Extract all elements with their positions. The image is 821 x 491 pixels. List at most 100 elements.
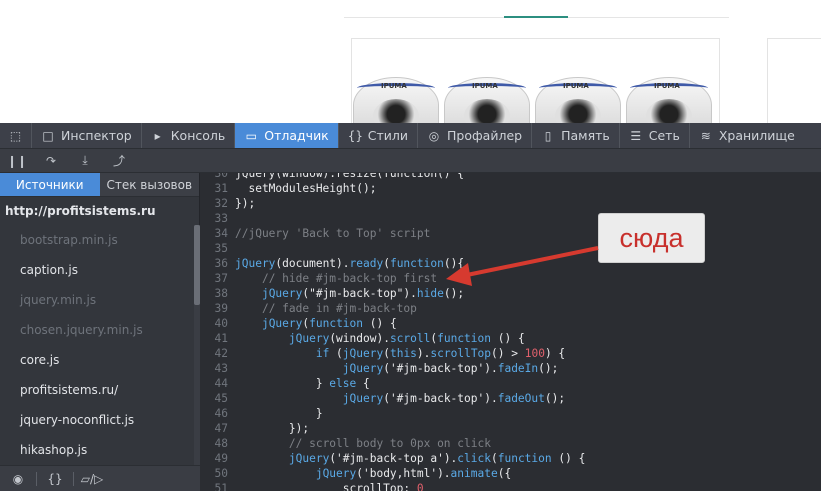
network-icon: ☰ bbox=[630, 128, 642, 143]
line-number[interactable]: 44 bbox=[200, 377, 228, 390]
code-line[interactable]: 35 bbox=[200, 241, 821, 256]
code-line[interactable]: 34 //jQuery 'Back to Top' script bbox=[200, 226, 821, 241]
code-line[interactable]: 51 scrollTop: 0 bbox=[200, 481, 821, 491]
pause-icon[interactable]: ❙❙ bbox=[0, 154, 34, 168]
code-line[interactable]: 45 jQuery('#jm-back-top').fadeOut(); bbox=[200, 391, 821, 406]
line-number[interactable]: 46 bbox=[200, 407, 228, 420]
inspector-icon: □ bbox=[42, 128, 54, 143]
source-file-item[interactable]: chosen.jquery.min.js bbox=[0, 315, 194, 345]
code-line[interactable]: 46 } bbox=[200, 406, 821, 421]
line-number[interactable]: 39 bbox=[200, 302, 228, 315]
line-number[interactable]: 31 bbox=[200, 182, 228, 195]
tab-label: Сеть bbox=[648, 128, 680, 143]
code-text: jQuery("#jm-back-top").hide(); bbox=[261, 287, 465, 300]
code-line[interactable]: 40 jQuery(function () { bbox=[200, 316, 821, 331]
tab-label: Стили bbox=[367, 128, 408, 143]
code-line[interactable]: 50 jQuery('body,html').animate({ bbox=[200, 466, 821, 481]
line-number[interactable]: 48 bbox=[200, 437, 228, 450]
code-line[interactable]: 32}); bbox=[200, 196, 821, 211]
code-text: } else { bbox=[235, 377, 370, 390]
line-number[interactable]: 51 bbox=[200, 482, 228, 491]
line-number[interactable]: 49 bbox=[200, 452, 228, 465]
step-out-icon[interactable]: ⤴ bbox=[102, 152, 136, 169]
annotation-callout: сюда bbox=[598, 213, 705, 263]
line-number[interactable]: 36 bbox=[200, 257, 228, 270]
tab-inspector[interactable]: □ Инспектор bbox=[32, 123, 142, 148]
tab-label: Консоль bbox=[170, 128, 226, 143]
line-number[interactable]: 42 bbox=[200, 347, 228, 360]
active-tab-indicator bbox=[504, 16, 568, 18]
blackbox-icon[interactable]: ▱/▷ bbox=[74, 472, 110, 486]
code-text: jQuery('#jm-back-top').fadeIn(); bbox=[342, 362, 559, 375]
tab-memory[interactable]: ▯ Память bbox=[532, 123, 620, 148]
line-number[interactable]: 40 bbox=[200, 317, 228, 330]
pretty-print-icon[interactable]: {} bbox=[37, 472, 73, 486]
code-line[interactable]: 43 jQuery('#jm-back-top').fadeIn(); bbox=[200, 361, 821, 376]
source-file-item[interactable]: hikashop.js bbox=[0, 435, 194, 465]
code-editor[interactable]: 30 jQuery(window).resize(function() {31 s… bbox=[200, 173, 821, 491]
source-file-item[interactable]: caption.js bbox=[0, 255, 194, 285]
step-over-icon[interactable]: ↷ bbox=[34, 154, 68, 168]
source-file-item[interactable]: jquery.min.js bbox=[0, 285, 194, 315]
code-line[interactable]: 41 jQuery(window).scroll(function () { bbox=[200, 331, 821, 346]
debugger-icon: ▭ bbox=[245, 128, 257, 143]
eye-icon[interactable]: ◉ bbox=[0, 472, 36, 486]
tab-storage[interactable]: ≋ Хранилище bbox=[690, 123, 804, 148]
code-line[interactable]: 42 if (jQuery(this).scrollTop() > 100) { bbox=[200, 346, 821, 361]
code-line[interactable]: 33 bbox=[200, 211, 821, 226]
line-number[interactable]: 32 bbox=[200, 197, 228, 210]
code-text: // scroll body to 0px on click bbox=[288, 437, 491, 450]
product-card[interactable] bbox=[767, 38, 821, 123]
code-line[interactable]: 31 setModulesHeight(); bbox=[200, 181, 821, 196]
webpage-viewport: IPUMA IPUMA IPUMA IPUMA bbox=[0, 0, 821, 123]
code-line[interactable]: 49 jQuery('#jm-back-top a').click(functi… bbox=[200, 451, 821, 466]
line-number[interactable]: 43 bbox=[200, 362, 228, 375]
source-file-item[interactable]: bootstrap.min.js bbox=[0, 225, 194, 255]
source-file-item[interactable]: jquery-noconflict.js bbox=[0, 405, 194, 435]
code-text: }); bbox=[235, 422, 310, 435]
code-text: if (jQuery(this).scrollTop() > 100) { bbox=[315, 347, 566, 360]
code-text: jQuery(window).scroll(function () { bbox=[288, 332, 525, 345]
tab-debugger[interactable]: ▭ Отладчик bbox=[235, 123, 339, 148]
tab-label: Профайлер bbox=[447, 128, 523, 143]
camera-image: IPUMA bbox=[444, 77, 530, 123]
line-number[interactable]: 34 bbox=[200, 227, 228, 240]
tab-profiler[interactable]: ◎ Профайлер bbox=[418, 123, 533, 148]
camera-image: IPUMA bbox=[535, 77, 621, 123]
tab-call-stack[interactable]: Стек вызовов bbox=[99, 173, 199, 197]
line-number[interactable]: 38 bbox=[200, 287, 228, 300]
line-number[interactable]: 30 bbox=[200, 173, 228, 180]
sources-pane: Источники Стек вызовов http://profitsist… bbox=[0, 173, 200, 491]
code-text: jQuery(document).ready(function(){ bbox=[235, 257, 465, 270]
line-number[interactable]: 37 bbox=[200, 272, 228, 285]
code-line[interactable]: 47 }); bbox=[200, 421, 821, 436]
line-number[interactable]: 47 bbox=[200, 422, 228, 435]
line-number[interactable]: 35 bbox=[200, 242, 228, 255]
tab-styles[interactable]: {} Стили bbox=[339, 123, 418, 148]
sources-subtabs: Источники Стек вызовов bbox=[0, 173, 199, 197]
step-in-icon[interactable]: ⤓ bbox=[68, 153, 102, 168]
line-number[interactable]: 50 bbox=[200, 467, 228, 480]
code-line[interactable]: 30 jQuery(window).resize(function() { bbox=[200, 173, 821, 181]
line-number[interactable]: 33 bbox=[200, 212, 228, 225]
line-number[interactable]: 45 bbox=[200, 392, 228, 405]
source-file-item[interactable]: profitsistems.ru/ bbox=[0, 375, 194, 405]
line-number[interactable]: 41 bbox=[200, 332, 228, 345]
memory-icon: ▯ bbox=[544, 128, 552, 143]
element-picker-icon[interactable]: ⬚ bbox=[0, 123, 32, 148]
code-line[interactable]: 36 jQuery(document).ready(function(){ bbox=[200, 256, 821, 271]
product-card[interactable]: IPUMA IPUMA IPUMA IPUMA bbox=[351, 38, 720, 123]
code-line[interactable]: 44 } else { bbox=[200, 376, 821, 391]
tab-sources[interactable]: Источники bbox=[0, 173, 100, 197]
source-domain[interactable]: http://profitsistems.ru bbox=[0, 197, 199, 225]
code-text: setModulesHeight(); bbox=[235, 182, 377, 195]
code-line[interactable]: 38 jQuery("#jm-back-top").hide(); bbox=[200, 286, 821, 301]
code-line[interactable]: 48 // scroll body to 0px on click bbox=[200, 436, 821, 451]
tab-network[interactable]: ☰ Сеть bbox=[620, 123, 690, 148]
styles-icon: {} bbox=[347, 128, 364, 143]
source-file-item[interactable]: core.js bbox=[0, 345, 194, 375]
tab-console[interactable]: ▸ Консоль bbox=[142, 123, 236, 148]
code-line[interactable]: 39 // fade in #jm-back-top bbox=[200, 301, 821, 316]
code-line[interactable]: 37 // hide #jm-back-top first bbox=[200, 271, 821, 286]
camera-image: IPUMA bbox=[353, 77, 439, 123]
